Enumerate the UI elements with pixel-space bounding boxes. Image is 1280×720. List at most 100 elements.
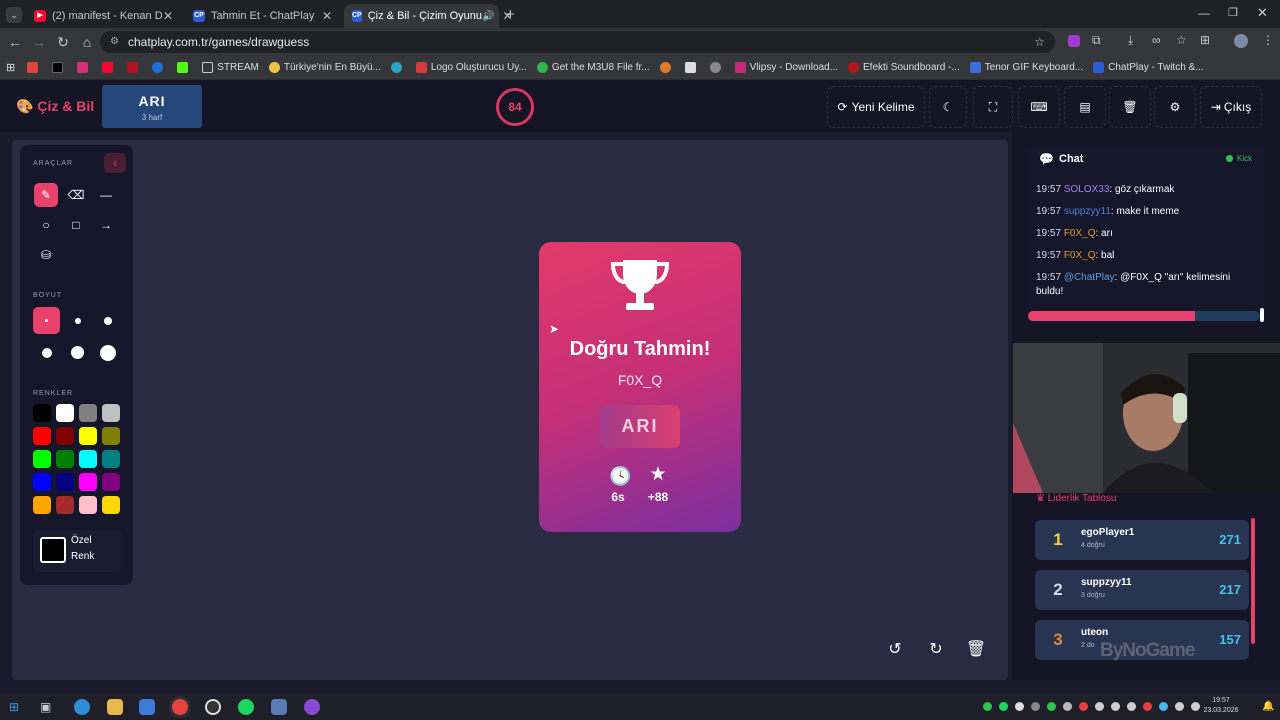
bookmark-vlipsy[interactable]: Vlipsy - Download... bbox=[734, 62, 838, 73]
task-view-icon[interactable]: ▣ bbox=[40, 700, 51, 714]
color-swatch[interactable] bbox=[102, 496, 120, 514]
size-l[interactable] bbox=[33, 339, 60, 366]
gmail-icon[interactable] bbox=[27, 62, 42, 73]
bookmark-turkiye[interactable]: Türkiye'nin En Büyü... bbox=[268, 62, 381, 73]
app-logo[interactable]: 🎨 Çiz & Bil bbox=[16, 98, 94, 115]
bookmark-blue-icon[interactable] bbox=[152, 62, 167, 73]
chat-scrollbar[interactable] bbox=[1260, 308, 1264, 322]
bookmark-star-icon[interactable]: ☆ bbox=[1034, 31, 1045, 53]
store-icon[interactable] bbox=[139, 699, 155, 715]
chat-username[interactable]: F0X_Q bbox=[1064, 250, 1096, 261]
tray-icon[interactable] bbox=[1079, 702, 1088, 711]
favorites-icon[interactable]: ☆ bbox=[1176, 33, 1187, 47]
color-swatch[interactable] bbox=[79, 427, 97, 445]
size-s[interactable] bbox=[64, 307, 91, 334]
tray-icon[interactable] bbox=[1127, 702, 1136, 711]
brush-tool[interactable]: ✎ bbox=[34, 183, 58, 207]
tray-icon[interactable] bbox=[1143, 702, 1152, 711]
chat-username[interactable]: suppzyy11 bbox=[1064, 206, 1111, 217]
apps-icon[interactable]: ⊞ bbox=[6, 61, 15, 74]
color-swatch[interactable] bbox=[79, 473, 97, 491]
line-tool[interactable]: — bbox=[94, 183, 118, 207]
back-icon[interactable]: ← bbox=[6, 34, 24, 50]
clear-canvas-button[interactable]: 🗑 bbox=[961, 636, 991, 662]
color-swatch[interactable] bbox=[56, 450, 74, 468]
tray-icon[interactable] bbox=[1063, 702, 1072, 711]
size-xs[interactable] bbox=[33, 307, 60, 334]
obs-icon[interactable] bbox=[205, 699, 221, 715]
home-icon[interactable]: ⌂ bbox=[78, 34, 96, 50]
bookmark-gray[interactable] bbox=[709, 62, 725, 73]
color-swatch[interactable] bbox=[56, 427, 74, 445]
color-swatch[interactable] bbox=[79, 496, 97, 514]
tray-icon[interactable] bbox=[1111, 702, 1120, 711]
chrome-icon[interactable] bbox=[172, 699, 188, 715]
forward-icon[interactable]: → bbox=[30, 34, 48, 50]
color-swatch[interactable] bbox=[33, 404, 51, 422]
close-window-icon[interactable]: ✕ bbox=[1257, 5, 1268, 21]
speaker-icon[interactable]: 🔊 bbox=[482, 11, 494, 22]
size-xl[interactable] bbox=[64, 339, 91, 366]
color-swatch[interactable] bbox=[33, 473, 51, 491]
arrow-tool[interactable]: → bbox=[94, 213, 118, 237]
bookmark-m3u8[interactable]: Get the M3U8 File fr... bbox=[536, 62, 650, 73]
edge-icon[interactable] bbox=[74, 699, 90, 715]
eraser-tool[interactable]: ⌫ bbox=[64, 183, 88, 207]
bookmark-efekti[interactable]: Efekti Soundboard -... bbox=[848, 62, 960, 73]
color-swatch[interactable] bbox=[33, 496, 51, 514]
color-swatch[interactable] bbox=[79, 404, 97, 422]
bookmark-stream[interactable]: STREAM bbox=[202, 62, 259, 73]
color-swatch[interactable] bbox=[56, 473, 74, 491]
fullscreen-button[interactable]: ⛶ bbox=[973, 86, 1013, 128]
color-swatch[interactable] bbox=[79, 450, 97, 468]
chat-username[interactable]: SOLOX33 bbox=[1064, 184, 1110, 195]
exit-button[interactable]: ⇥ Çıkış bbox=[1200, 86, 1262, 128]
app-icon[interactable] bbox=[271, 699, 287, 715]
tray-icon[interactable] bbox=[983, 702, 992, 711]
tray-icon[interactable] bbox=[1159, 702, 1168, 711]
tray-icon[interactable] bbox=[1047, 702, 1056, 711]
archive-button[interactable]: ▤ bbox=[1064, 86, 1106, 128]
volume-icon[interactable] bbox=[1191, 702, 1200, 711]
circle-tool[interactable]: ○ bbox=[34, 213, 58, 237]
new-word-button[interactable]: ⟳ Yeni Kelime bbox=[827, 86, 925, 128]
bookmark-edge[interactable] bbox=[390, 62, 406, 73]
close-tab-icon[interactable]: ✕ bbox=[322, 9, 332, 23]
color-swatch[interactable] bbox=[56, 496, 74, 514]
bookmark-chatplay[interactable]: ChatPlay - Twitch &... bbox=[1093, 62, 1204, 73]
menu-icon[interactable]: ⋮ bbox=[1262, 33, 1274, 47]
bookmark-red-icon[interactable] bbox=[127, 62, 142, 73]
url-input[interactable]: ⚙ chatplay.com.tr/games/drawguess ☆ bbox=[100, 31, 1055, 53]
size-xxl[interactable] bbox=[94, 339, 121, 366]
keyboard-button[interactable]: ⌨ bbox=[1018, 86, 1060, 128]
color-swatch[interactable] bbox=[102, 450, 120, 468]
link-icon[interactable]: ∞ bbox=[1152, 33, 1161, 47]
extensions-puzzle-icon[interactable]: ⧉ bbox=[1092, 33, 1101, 48]
spotify-icon[interactable] bbox=[238, 699, 254, 715]
undo-button[interactable]: ↺ bbox=[880, 636, 910, 662]
tab-tahmin-et[interactable]: CP Tahmin Et - ChatPlay ✕ bbox=[185, 4, 340, 28]
tab-youtube[interactable]: ▶ (2) manifest - Kenan Doğulu Ko ✕ bbox=[26, 4, 181, 28]
color-swatch[interactable] bbox=[102, 473, 120, 491]
color-swatch[interactable] bbox=[56, 404, 74, 422]
custom-color-button[interactable]: Özel Renk bbox=[33, 530, 121, 572]
bookmark-tenor[interactable]: Tenor GIF Keyboard... bbox=[969, 62, 1083, 73]
minimize-icon[interactable]: — bbox=[1198, 6, 1210, 20]
trash-button[interactable]: 🗑 bbox=[1109, 86, 1151, 128]
bookmark-orange[interactable] bbox=[659, 62, 675, 73]
instagram-icon[interactable] bbox=[77, 62, 92, 73]
rectangle-tool[interactable]: □ bbox=[64, 213, 88, 237]
dark-mode-button[interactable]: ☾ bbox=[929, 86, 967, 128]
settings-button[interactable]: ⚙ bbox=[1154, 86, 1196, 128]
fill-tool[interactable]: ⛁ bbox=[34, 243, 58, 267]
notification-icon[interactable]: 🔔 bbox=[1262, 701, 1274, 712]
x-icon[interactable] bbox=[52, 62, 67, 73]
size-m[interactable] bbox=[94, 307, 121, 334]
download-icon[interactable]: ⤓ bbox=[1128, 33, 1133, 48]
chat-username[interactable]: F0X_Q bbox=[1064, 228, 1096, 239]
bookmark-logo[interactable]: Logo Oluşturucu Uy... bbox=[415, 62, 527, 73]
tray-icon[interactable] bbox=[1031, 702, 1040, 711]
color-swatch[interactable] bbox=[33, 427, 51, 445]
avatar[interactable] bbox=[1234, 34, 1248, 48]
bookmark-square[interactable] bbox=[684, 62, 700, 73]
